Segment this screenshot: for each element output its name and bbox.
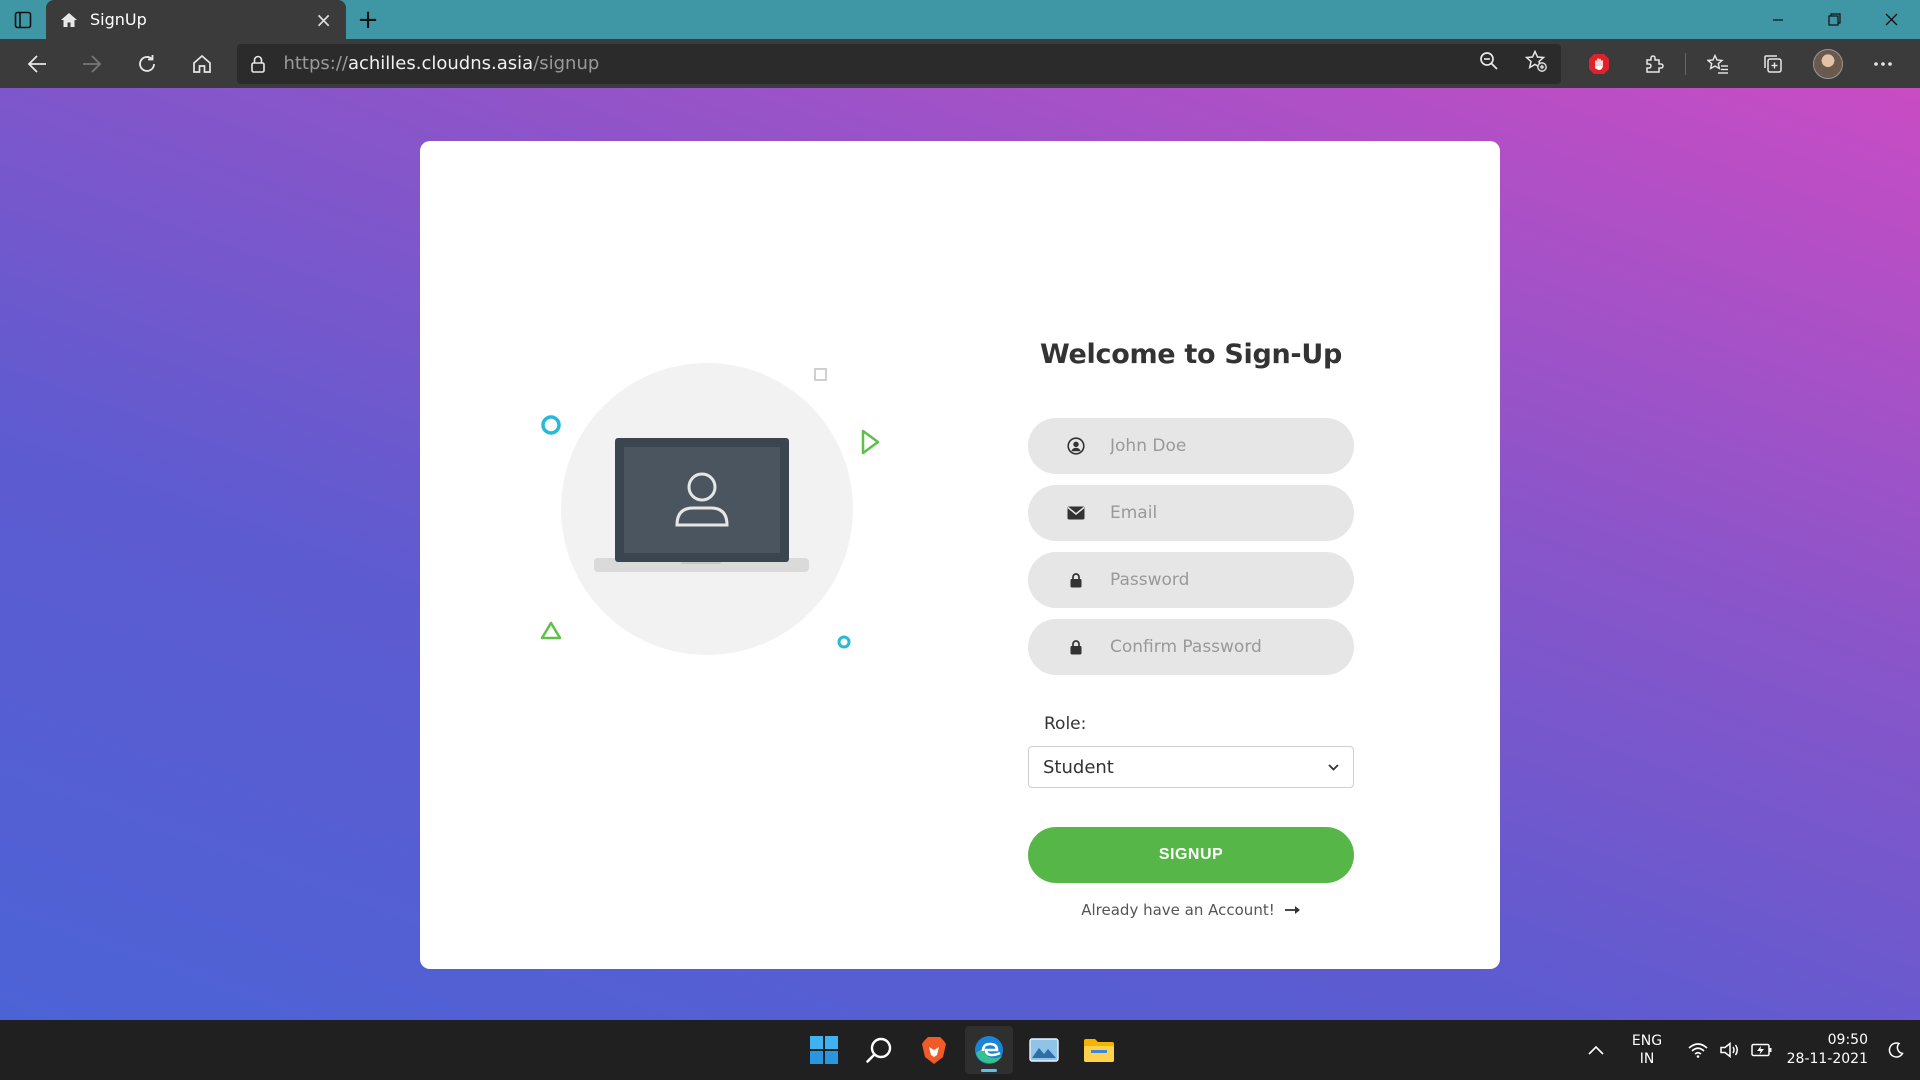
browser-tab-signup[interactable]: SignUp ×: [46, 0, 346, 39]
refresh-button[interactable]: [120, 39, 175, 88]
password-input[interactable]: [1110, 570, 1350, 590]
browser-toolbar: https://achilles.cloudns.asia/signup: [0, 39, 1920, 88]
wifi-icon[interactable]: [1682, 1042, 1714, 1058]
minimize-icon[interactable]: [1749, 0, 1806, 39]
close-tab-icon[interactable]: ×: [315, 10, 332, 30]
browser-title-bar: SignUp × +: [0, 0, 1920, 39]
extensions-button[interactable]: [1626, 39, 1681, 88]
password-field[interactable]: [1028, 552, 1354, 608]
brave-icon: [922, 1037, 946, 1064]
address-bar-actions: [1479, 49, 1547, 77]
language-indicator[interactable]: ENG IN: [1612, 1032, 1682, 1068]
tab-actions-button[interactable]: [0, 0, 46, 39]
signup-button[interactable]: SIGNUP: [1028, 827, 1354, 883]
confirm-password-field[interactable]: [1028, 619, 1354, 675]
page-viewport: Welcome to Sign-Up John Doe Email Role: …: [0, 88, 1920, 1020]
new-tab-button[interactable]: +: [346, 0, 390, 39]
email-input[interactable]: [1110, 503, 1350, 523]
tab-actions-icon: [14, 11, 32, 28]
profile-button[interactable]: [1800, 39, 1855, 88]
show-hidden-icons-button[interactable]: [1580, 1045, 1612, 1055]
forward-arrow-icon: [83, 54, 102, 73]
settings-more-button[interactable]: [1855, 39, 1910, 88]
avatar: [1812, 48, 1843, 79]
envelope-icon: [1066, 506, 1086, 520]
start-icon: [810, 1036, 838, 1064]
lock-icon[interactable]: [251, 55, 266, 73]
role-label: Role:: [1044, 714, 1087, 734]
battery-charging-icon[interactable]: [1746, 1043, 1778, 1057]
laptop-user-illustration: [540, 363, 880, 655]
decor-play-triangle-icon: [861, 429, 880, 455]
already-account-link[interactable]: Already have an Account!: [1028, 901, 1354, 919]
system-tray: ENG IN 09:50 28-11-2021: [1580, 1020, 1920, 1080]
focus-assist-icon[interactable]: [1880, 1042, 1912, 1058]
padlock-icon: [1066, 639, 1086, 655]
volume-icon[interactable]: [1714, 1042, 1746, 1058]
url-scheme: https://: [283, 53, 348, 74]
file-explorer-icon: [1084, 1039, 1114, 1062]
decor-dot-icon: [837, 635, 851, 649]
toolbar-extensions: [1571, 39, 1910, 88]
collections-button[interactable]: [1745, 39, 1800, 88]
stop-hand-icon: [1588, 53, 1609, 74]
decor-circle-icon: [541, 415, 561, 435]
address-bar[interactable]: https://achilles.cloudns.asia/signup: [237, 43, 1562, 84]
confirm-password-input[interactable]: [1110, 637, 1350, 657]
window-controls: [1749, 0, 1920, 39]
chevron-down-icon: [1328, 763, 1339, 771]
favorites-icon: [1706, 53, 1728, 74]
edge-browser-button[interactable]: [965, 1026, 1013, 1074]
toolbar-separator: [1685, 52, 1687, 75]
signup-card: Welcome to Sign-Up John Doe Email Role: …: [420, 141, 1500, 969]
clock-time: 09:50: [1827, 1032, 1868, 1048]
puzzle-icon: [1645, 54, 1664, 73]
start-button[interactable]: [800, 1026, 848, 1074]
zoom-out-icon[interactable]: [1479, 51, 1499, 76]
adblock-extension-button[interactable]: [1571, 39, 1626, 88]
clock-date: 28-11-2021: [1786, 1051, 1868, 1067]
clock[interactable]: 09:50 28-11-2021: [1778, 1031, 1868, 1069]
language-line1: ENG: [1631, 1033, 1663, 1049]
collections-icon: [1763, 54, 1782, 73]
photos-button[interactable]: [1020, 1026, 1068, 1074]
name-input[interactable]: [1110, 436, 1350, 456]
back-button[interactable]: [10, 39, 65, 88]
chevron-up-icon: [1588, 1045, 1604, 1055]
home-button[interactable]: [175, 39, 230, 88]
add-favorite-icon[interactable]: [1524, 49, 1547, 77]
tab-title: SignUp: [90, 10, 147, 29]
refresh-icon: [139, 54, 156, 72]
padlock-icon: [1066, 572, 1086, 588]
email-field[interactable]: [1028, 485, 1354, 541]
home-outline-icon: [193, 54, 211, 73]
brave-browser-button[interactable]: [910, 1026, 958, 1074]
already-account-label: Already have an Account!: [1081, 901, 1275, 919]
page-title: Welcome to Sign-Up: [1040, 339, 1342, 370]
language-line2: IN: [1639, 1051, 1655, 1067]
role-select[interactable]: Student: [1028, 746, 1354, 788]
user-circle-icon: [1066, 437, 1086, 455]
search-button[interactable]: [855, 1026, 903, 1074]
windows-taskbar: ENG IN 09:50 28-11-2021: [0, 1020, 1920, 1080]
edge-icon: [975, 1036, 1003, 1064]
file-explorer-button[interactable]: [1075, 1026, 1123, 1074]
url-path: /signup: [533, 53, 600, 74]
taskbar-apps: [800, 1020, 1123, 1080]
forward-button[interactable]: [65, 39, 120, 88]
search-icon: [866, 1037, 892, 1063]
url-host: achilles.cloudns.asia: [347, 53, 534, 74]
decor-square-icon: [814, 368, 827, 381]
name-field[interactable]: [1028, 418, 1354, 474]
role-selected-value: Student: [1043, 756, 1114, 778]
close-window-icon[interactable]: [1863, 0, 1920, 39]
decor-triangle-icon: [540, 621, 562, 640]
photos-icon: [1029, 1038, 1059, 1062]
arrow-right-icon: [1284, 906, 1300, 914]
home-icon: [61, 12, 77, 27]
more-icon: [1873, 61, 1892, 66]
restore-icon[interactable]: [1806, 0, 1863, 39]
favorites-button[interactable]: [1690, 39, 1745, 88]
back-arrow-icon: [28, 54, 47, 73]
